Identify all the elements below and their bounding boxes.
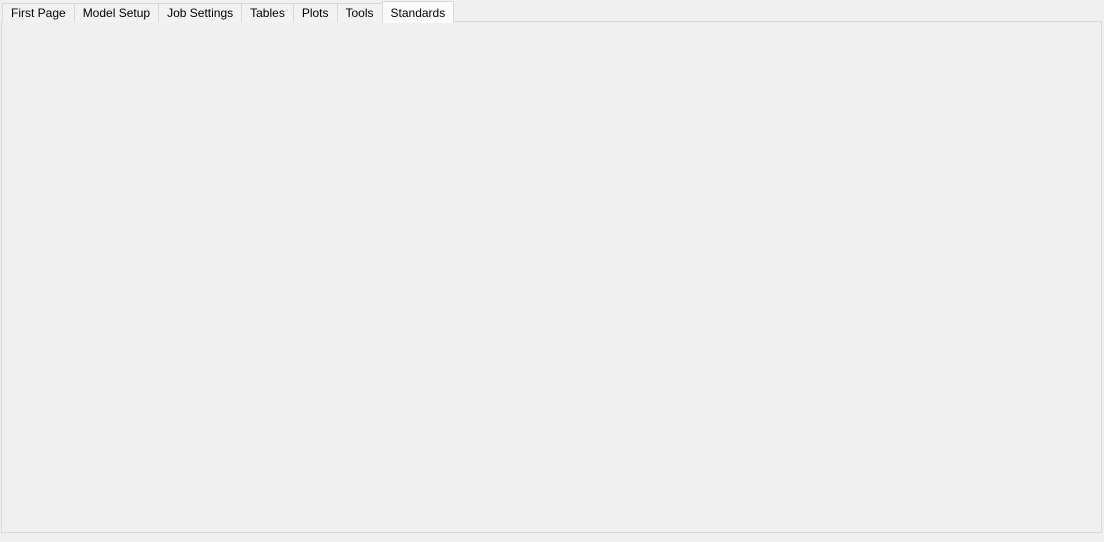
tab-plots[interactable]: Plots <box>293 3 338 22</box>
tab-model-setup[interactable]: Model Setup <box>74 3 159 22</box>
standards-tab-page <box>1 21 1102 533</box>
tab-job-settings[interactable]: Job Settings <box>158 3 242 22</box>
tab-tables[interactable]: Tables <box>241 3 294 22</box>
tab-tools[interactable]: Tools <box>337 3 383 22</box>
tab-standards[interactable]: Standards <box>382 1 455 23</box>
tab-first-page[interactable]: First Page <box>2 3 75 22</box>
tab-bar: First Page Model Setup Job Settings Tabl… <box>2 0 453 22</box>
application-window: First Page Model Setup Job Settings Tabl… <box>0 0 1104 542</box>
